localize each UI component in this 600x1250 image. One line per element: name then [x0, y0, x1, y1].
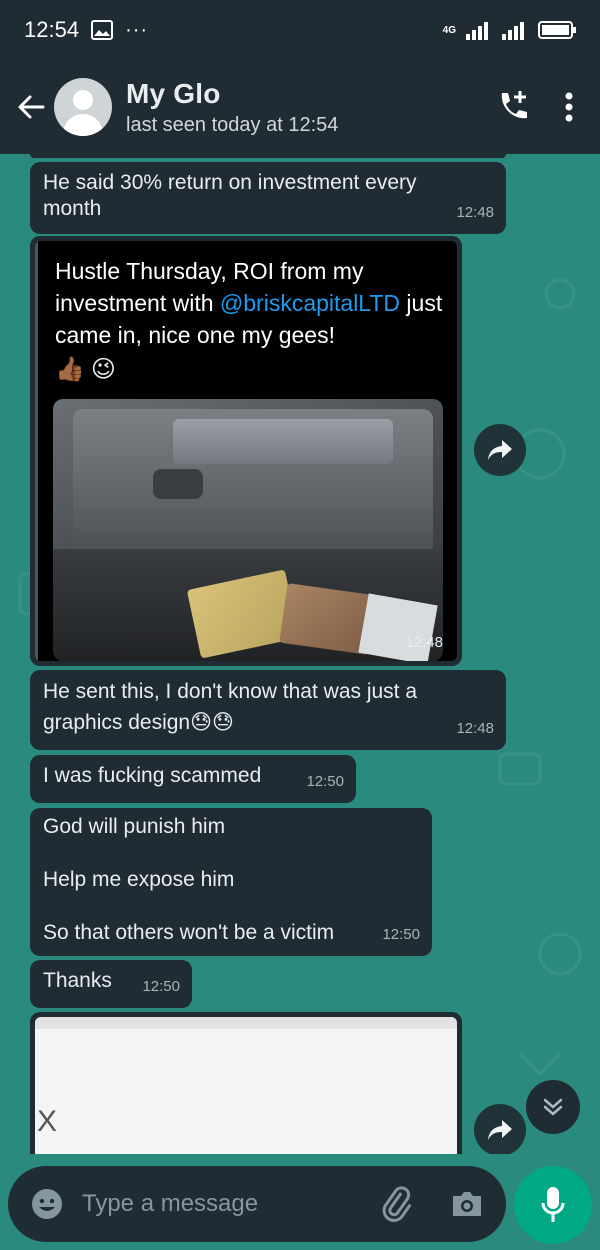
forward-icon	[488, 440, 512, 460]
back-arrow-icon	[18, 95, 45, 119]
image-message[interactable]: Hustle Thursday, ROI from my investment …	[30, 236, 462, 666]
back-button[interactable]	[8, 77, 54, 137]
tweet-handle-link: @briskcapitalLTD	[219, 290, 401, 316]
message-text: He sent this, I don't know that was just…	[43, 680, 418, 734]
message-time: 12:48	[405, 634, 443, 651]
message-bubble[interactable]: Thanks 12:50	[30, 960, 192, 1008]
tweet-text: Hustle Thursday, ROI from my investment …	[55, 258, 443, 348]
status-time: 12:54	[24, 17, 80, 42]
message-text-line: God will punish him	[43, 815, 226, 838]
forward-button[interactable]	[474, 424, 526, 476]
microphone-icon	[541, 1187, 565, 1222]
message-text: He said 30% return on investment every m…	[43, 171, 417, 220]
message-bubble[interactable]: He said 30% return on investment every m…	[30, 162, 506, 234]
gallery-icon	[91, 20, 114, 40]
last-seen-status: last seen today at 12:54	[126, 113, 339, 136]
message-time: 12:50	[382, 926, 420, 943]
camera-icon[interactable]	[450, 1189, 484, 1219]
voice-message-button[interactable]	[514, 1166, 592, 1244]
message-time: 12:50	[306, 773, 344, 790]
message-composer: Type a message	[8, 1166, 506, 1242]
forward-icon	[488, 1120, 512, 1140]
attach-icon[interactable]	[378, 1186, 414, 1222]
status-bar: 12:54 ··· 4G	[0, 0, 600, 60]
forward-button[interactable]	[474, 1104, 526, 1154]
signal-icon	[466, 22, 488, 40]
avatar[interactable]	[54, 78, 112, 136]
image-message[interactable]: X	[30, 1012, 462, 1154]
message-input[interactable]: Type a message	[82, 1190, 378, 1218]
network-type-label: 4G	[442, 24, 456, 36]
chat-header: My Glo last seen today at 12:54	[0, 60, 600, 154]
document-image[interactable]: X	[35, 1017, 457, 1154]
contact-info[interactable]: My Glo last seen today at 12:54	[126, 78, 338, 137]
signal-icon-2	[502, 22, 524, 40]
tweet-emojis: 👍🏾 😉	[55, 356, 116, 383]
screenshot-image[interactable]: Hustle Thursday, ROI from my investment …	[35, 241, 457, 661]
message-time: 12:48	[456, 720, 494, 737]
document-partial-glyph: X	[37, 1105, 58, 1138]
more-notifications-icon: ···	[125, 18, 149, 41]
car-money-photo	[53, 399, 443, 661]
message-text-line: Help me expose him	[43, 868, 235, 891]
message-text-line: So that others won't be a victim	[43, 921, 335, 944]
message-bubble[interactable]: God will punish him Help me expose him S…	[30, 808, 432, 956]
message-bubble[interactable]: I was fucking scammed 12:50	[30, 755, 356, 803]
message-time: 12:50	[142, 978, 180, 995]
double-chevron-down-icon	[543, 1098, 563, 1116]
previous-message-fragment	[30, 154, 506, 158]
contact-name: My Glo	[126, 77, 221, 109]
more-options-icon[interactable]	[564, 92, 574, 122]
emoji-icon[interactable]	[30, 1187, 64, 1221]
message-bubble[interactable]: He sent this, I don't know that was just…	[30, 670, 506, 750]
add-call-icon[interactable]	[494, 89, 530, 125]
message-time: 12:48	[456, 204, 494, 221]
battery-icon	[538, 21, 576, 39]
chat-messages: He said 30% return on investment every m…	[0, 154, 600, 1154]
scroll-to-bottom-button[interactable]	[526, 1080, 580, 1134]
